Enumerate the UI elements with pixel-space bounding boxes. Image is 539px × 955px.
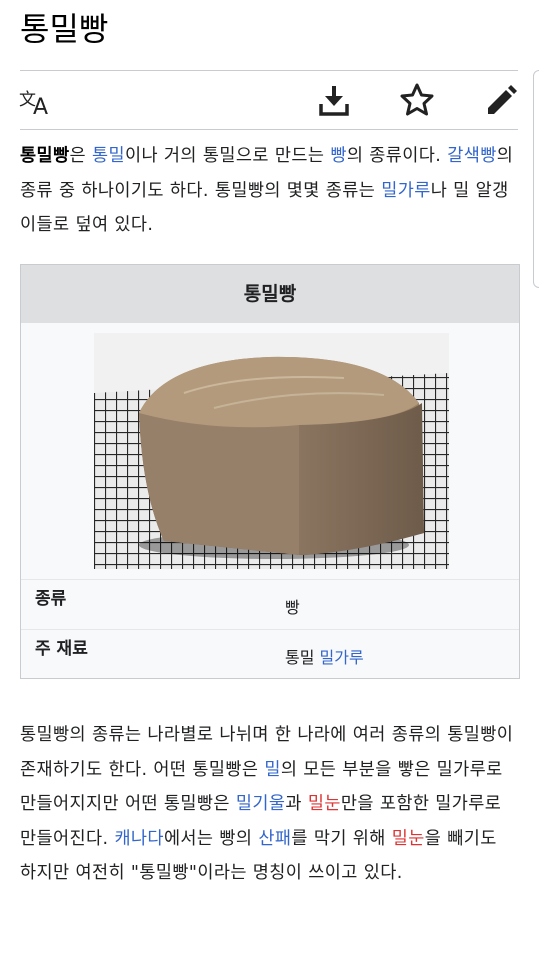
page-actions-toolbar: 文 A (18, 70, 520, 130)
link-flour[interactable]: 밀가루 (381, 181, 431, 201)
infobox-key: 주 재료 (35, 639, 88, 659)
link-brownbread[interactable]: 갈색빵 (447, 146, 497, 166)
link-bread[interactable]: 빵 (330, 146, 347, 166)
link-germ[interactable]: 밀눈 (308, 794, 341, 814)
body-text: 에서는 빵의 (163, 828, 259, 849)
bold-term: 통밀빵 (20, 146, 70, 166)
infobox: 통밀 빵 종류 빵 주 재료 통밀 밀가루 (20, 264, 520, 679)
bread-photo[interactable] (94, 333, 449, 569)
body-text: 를 막기 위해 (291, 828, 392, 849)
value-text: 빵 (285, 598, 300, 617)
translate-icon[interactable]: 文 A (18, 81, 56, 119)
value-text: 통밀 (285, 648, 315, 667)
svg-text:A: A (33, 95, 48, 119)
link-bran[interactable]: 밀기울 (236, 794, 286, 814)
infobox-value: 빵 (285, 594, 300, 618)
infobox-row-ingredient: 주 재료 통밀 밀가루 (21, 629, 519, 680)
lead-paragraph: 통밀빵은 통밀이나 거의 통밀으로 만드는 빵의 종류이다. 갈색빵의 종류 중… (20, 139, 518, 243)
lead-text: 은 (69, 146, 92, 166)
pencil-icon[interactable] (482, 81, 520, 119)
download-icon[interactable] (315, 81, 353, 119)
infobox-title: 통밀빵 (21, 265, 519, 323)
scroll-indicator[interactable] (533, 70, 539, 288)
infobox-key: 종류 (35, 589, 67, 609)
lead-text: 이나 거의 통밀으로 만드는 (124, 146, 331, 166)
link-wheat[interactable]: 밀 (264, 760, 281, 780)
body-paragraph: 통밀빵의 종류는 나라별로 나뉘며 한 나라에 여러 종류의 통밀빵이 존재하기… (20, 718, 518, 891)
infobox-row-type: 종류 빵 (21, 579, 519, 630)
link-flour-infobox[interactable]: 밀가루 (320, 648, 364, 667)
link-canada[interactable]: 캐나다 (114, 829, 164, 849)
link-rancid[interactable]: 산패 (258, 829, 291, 849)
link-germ-2[interactable]: 밀눈 (392, 829, 425, 849)
body-text: 과 (285, 794, 308, 814)
star-icon[interactable] (398, 81, 436, 119)
page-title: 통밀빵 (20, 10, 109, 48)
link-wholewheat[interactable]: 통밀 (92, 146, 125, 166)
infobox-value: 통밀 밀가루 (285, 644, 364, 668)
lead-text: 의 종류이다. (346, 146, 448, 166)
